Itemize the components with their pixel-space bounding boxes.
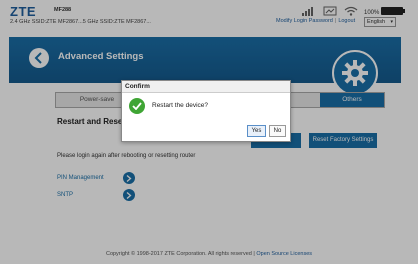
yes-button[interactable]: Yes [247, 125, 266, 137]
confirm-dialog: Confirm Restart the device? Yes No [121, 80, 291, 142]
dialog-title: Confirm [122, 81, 290, 93]
checkmark-icon [129, 98, 145, 114]
dialog-message: Restart the device? [152, 102, 209, 109]
no-button[interactable]: No [269, 125, 286, 137]
